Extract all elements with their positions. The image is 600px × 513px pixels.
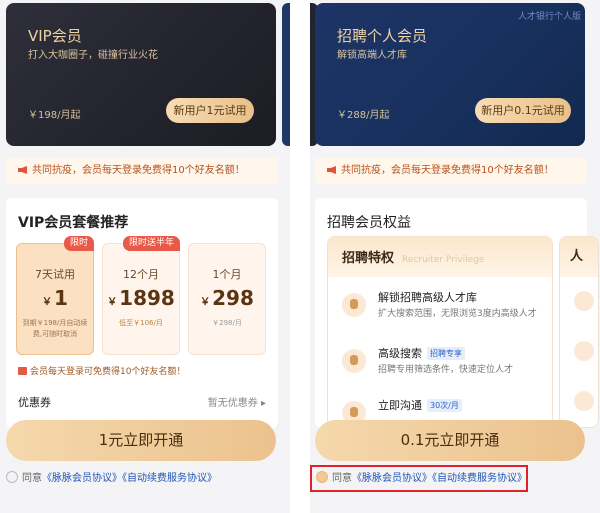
plan-name: 7天试用 [35, 268, 75, 281]
talent-pool-icon [342, 293, 366, 317]
trial-button[interactable]: 新用户1元试用 [166, 98, 254, 123]
recruiter-membership-screen: 人才银行个人版 招聘个人会员 解锁高端人才库 ￥288/月起 新用户0.1元试用… [310, 0, 600, 513]
section-title: VIP会员套餐推荐 [18, 215, 129, 231]
agreement-row: 同意《脉脉会员协议》《自动续费服务协议》 [6, 471, 217, 486]
speaker-icon [327, 166, 336, 174]
plan-amount: 1 [54, 286, 68, 310]
notice-banner: 共同抗疫，会员每天登录免费得10个好友名额！ [6, 158, 278, 184]
speaker-icon [18, 166, 27, 174]
plan-section: VIP会员套餐推荐 限时 7天试用 ￥ 1 到期￥198/月自动续费,可随时取消 … [6, 198, 278, 428]
benefit-header: 招聘特权 Recruiter Privilege [328, 237, 552, 277]
peek-icon [574, 391, 594, 411]
plan-currency: ￥ [200, 297, 211, 308]
benefit-title: 高级搜索 [378, 347, 422, 360]
card-title: VIP会员 [28, 27, 82, 45]
benefit-header-title: 招聘特权 [342, 251, 395, 266]
next-card-peek[interactable] [282, 3, 290, 146]
recruiter-membership-card[interactable]: 人才银行个人版 招聘个人会员 解锁高端人才库 ￥288/月起 新用户0.1元试用 [315, 3, 585, 146]
plan-amount: 298 [212, 286, 254, 310]
plan-tag: 限时 [63, 236, 94, 251]
plan-tag: 限时送半年 [122, 236, 180, 251]
coupon-row[interactable]: 优惠券 暂无优惠券 ▸ [18, 394, 266, 410]
card-corner-label: 人才银行个人版 [517, 12, 581, 22]
next-benefit-card-peek[interactable]: 人 [559, 236, 599, 428]
vip-membership-card[interactable]: VIP会员 打入大咖圈子，碰撞行业火花 ￥198/月起 新用户1元试用 [6, 3, 276, 146]
agree-checkbox[interactable] [6, 471, 18, 483]
plan-price: ￥ 1898 [103, 286, 179, 310]
notice-text: 共同抗疫，会员每天登录免费得10个好友名额！ [32, 165, 245, 176]
benefit-section: 招聘会员权益 招聘特权 Recruiter Privilege 解锁招聘高级人才库… [315, 198, 599, 428]
benefit-title: 立即沟通 [378, 399, 422, 412]
benefit-title: 解锁招聘高级人才库 [378, 291, 477, 304]
member-agreement-link[interactable]: 《脉脉会员协议》 [42, 473, 122, 484]
coupon-value: 暂无优惠券 ▸ [207, 398, 266, 409]
peek-icon [574, 341, 594, 361]
card-subtitle: 打入大咖圈子，碰撞行业火花 [28, 50, 158, 61]
agreement-highlight-box [310, 465, 528, 492]
benefit-item: 高级搜索 招聘专享 招聘专用筛选条件，快速定位人才 [342, 343, 542, 393]
notice-text: 共同抗疫，会员每天登录免费得10个好友名额！ [341, 165, 554, 176]
benefit-title-row: 高级搜索 招聘专享 [378, 345, 465, 361]
gift-note: 会员每天登录可免费得10个好友名额！ [18, 364, 185, 377]
bottom-bar [310, 500, 600, 513]
plan-price: ￥ 298 [189, 286, 265, 310]
peek-icon [574, 291, 594, 311]
plan-amount: 1898 [119, 286, 175, 310]
notice-banner: 共同抗疫，会员每天登录免费得10个好友名额！ [315, 158, 587, 184]
card-price: ￥198/月起 [28, 110, 81, 121]
agree-prefix: 同意 [22, 473, 42, 484]
subscribe-button[interactable]: 0.1元立即开通 [315, 420, 585, 461]
vip-membership-screen: VIP会员 打入大咖圈子，碰撞行业火花 ￥198/月起 新用户1元试用 共同抗疫… [0, 0, 290, 513]
bottom-bar [0, 500, 290, 513]
card-subtitle: 解锁高端人才库 [337, 50, 407, 61]
benefit-card[interactable]: 招聘特权 Recruiter Privilege 解锁招聘高级人才库 扩大搜索范围… [327, 236, 553, 428]
gift-icon [18, 367, 27, 375]
plan-note: 低至￥106/月 [119, 319, 163, 327]
benefit-badge: 招聘专享 [427, 347, 465, 360]
benefit-desc: 扩大搜索范围，无限浏览3度内高级人才 [378, 309, 537, 319]
auto-renew-agreement-link[interactable]: 《自动续费服务协议》 [122, 473, 217, 484]
plan-option-12month[interactable]: 限时送半年 12个月 ￥ 1898 低至￥106/月 [102, 236, 180, 355]
peek-header: 人 [560, 237, 598, 277]
benefit-desc: 招聘专用筛选条件，快速定位人才 [378, 365, 514, 375]
card-title: 招聘个人会员 [337, 27, 428, 45]
section-title: 招聘会员权益 [327, 215, 411, 231]
plan-price: ￥ 1 [17, 286, 93, 310]
plan-option-7day[interactable]: 限时 7天试用 ￥ 1 到期￥198/月自动续费,可随时取消 [16, 236, 94, 355]
coupon-label: 优惠券 [18, 396, 51, 409]
plan-option-1month[interactable]: 1个月 ￥ 298 ￥298/月 [188, 243, 266, 355]
subscribe-button[interactable]: 1元立即开通 [6, 420, 276, 461]
screen-divider [290, 0, 310, 513]
benefit-header-en: Recruiter Privilege [402, 255, 485, 265]
plan-note: ￥298/月 [212, 319, 242, 327]
plan-currency: ￥ [42, 297, 53, 308]
plan-note: 到期￥198/月自动续费,可随时取消 [22, 319, 88, 338]
plan-currency: ￥ [107, 297, 118, 308]
benefit-item: 解锁招聘高级人才库 扩大搜索范围，无限浏览3度内高级人才 [342, 287, 542, 337]
search-icon [342, 349, 366, 373]
plan-name: 1个月 [212, 268, 242, 281]
plan-name: 12个月 [123, 268, 159, 281]
card-price: ￥288/月起 [337, 110, 390, 121]
benefit-badge: 30次/月 [427, 399, 462, 412]
gift-text: 会员每天登录可免费得10个好友名额！ [30, 367, 186, 377]
trial-button[interactable]: 新用户0.1元试用 [475, 98, 571, 123]
benefit-title-row: 立即沟通 30次/月 [378, 397, 462, 413]
